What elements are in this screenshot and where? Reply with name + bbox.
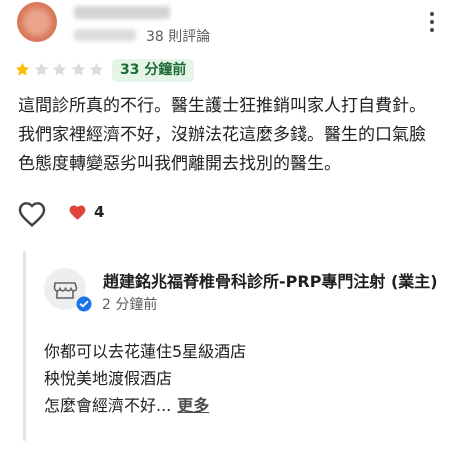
star-icon — [34, 62, 48, 76]
star-icon — [52, 62, 67, 76]
review-time-badge: 33 分鐘前 — [112, 59, 195, 82]
verified-check-icon — [76, 296, 92, 312]
reply-line-last: 怎麼會經濟不好... 更多 — [44, 392, 444, 419]
reviewer-meta-blurred — [74, 29, 136, 41]
reply-line: 秧悅美地渡假酒店 — [44, 369, 173, 388]
review-text: 這間診所真的不行。醫生護士狂推銷叫家人打自費針。我們家裡經濟不好，沒辦法花這麼多… — [18, 96, 426, 174]
reply-divider — [23, 251, 26, 441]
reviewer-review-count: 38 則評論 — [146, 29, 211, 45]
reply-line: 你都可以去花蓮住5星級酒店 — [44, 342, 247, 361]
star-icon — [71, 62, 85, 76]
reply-line: 怎麼會經濟不好... — [44, 396, 172, 415]
reply-text: 你都可以去花蓮住5星級酒店 秧悅美地渡假酒店 怎麼會經濟不好... 更多 — [44, 338, 444, 419]
star-icon — [89, 62, 104, 76]
reaction-count[interactable]: 4 — [68, 203, 104, 221]
reply-time: 2 分鐘前 — [102, 297, 158, 313]
more-vert-icon[interactable] — [424, 10, 440, 34]
reviewer-avatar[interactable] — [17, 2, 57, 42]
star-icon — [15, 62, 30, 76]
reviewer-name-blurred[interactable] — [74, 6, 170, 19]
more-link[interactable]: 更多 — [177, 396, 209, 415]
like-count: 4 — [94, 203, 105, 221]
heart-outline-icon[interactable] — [16, 198, 48, 230]
red-heart-icon — [69, 205, 86, 220]
star-rating — [14, 61, 107, 79]
business-name[interactable]: 趙建銘兆福脊椎骨科診所-PRP專門注射 (業主) — [103, 268, 465, 292]
